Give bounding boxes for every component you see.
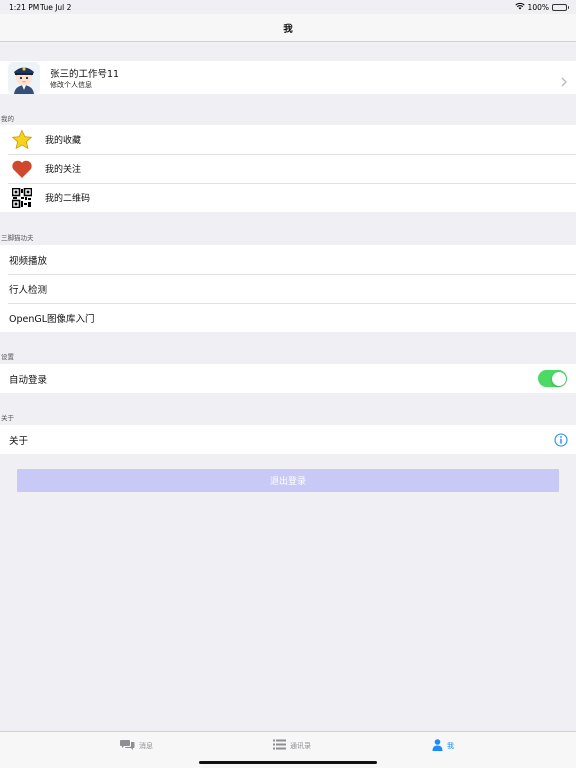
- tab-label: 通讯录: [290, 741, 311, 750]
- list-item-favorites[interactable]: 我的收藏: [0, 125, 576, 154]
- battery-percent: 100%: [527, 2, 549, 12]
- tab-messages[interactable]: 消息: [120, 739, 153, 753]
- avatar: [8, 62, 40, 94]
- tab-me[interactable]: 我: [432, 739, 454, 753]
- list-icon: [273, 739, 286, 752]
- status-time: 1:21 PM: [9, 3, 40, 12]
- status-bar: 1:21 PM Tue Jul 2 100%: [0, 0, 576, 14]
- chat-bubbles-icon: [120, 739, 135, 753]
- status-indicators: 100%: [514, 2, 569, 12]
- heart-icon: [11, 158, 33, 180]
- section-header-about: 关于: [1, 414, 14, 422]
- list-item-about[interactable]: 关于: [0, 425, 576, 454]
- auto-login-label: 自动登录: [9, 374, 48, 386]
- page-title: 我: [283, 23, 293, 35]
- tab-contacts[interactable]: 通讯录: [273, 739, 311, 752]
- info-icon[interactable]: [554, 432, 568, 451]
- qrcode-icon: [11, 187, 33, 209]
- list-item-label: 行人检测: [9, 284, 48, 296]
- list-item-auto-login: 自动登录: [0, 364, 576, 393]
- list-item-pedestrian-detection[interactable]: 行人检测: [0, 274, 576, 303]
- auto-login-toggle[interactable]: [538, 370, 567, 387]
- home-indicator[interactable]: [199, 761, 377, 764]
- profile-subtitle: 修改个人信息: [50, 81, 92, 89]
- person-icon: [432, 739, 443, 753]
- list-item-opengl-intro[interactable]: OpenGL图像库入门: [0, 303, 576, 332]
- logout-button[interactable]: 退出登录: [17, 469, 559, 492]
- section-header-settings: 设置: [1, 353, 14, 361]
- kungfu-group: 视频播放 行人检测 OpenGL图像库入门: [0, 245, 576, 332]
- section-header-kungfu: 三脚猫功夫: [1, 234, 34, 242]
- wifi-icon: [514, 2, 525, 12]
- list-item-qrcode[interactable]: 我的二维码: [0, 183, 576, 212]
- profile-row[interactable]: 张三的工作号11 修改个人信息: [0, 61, 576, 94]
- tab-bar: 消息 通讯录 我: [0, 731, 576, 768]
- list-item-video-playback[interactable]: 视频播放: [0, 245, 576, 274]
- list-item-label: 视频播放: [9, 255, 48, 267]
- list-item-label: 我的二维码: [45, 194, 91, 204]
- list-item-label: 关于: [9, 435, 29, 447]
- profile-name: 张三的工作号11: [50, 69, 120, 80]
- star-icon: [11, 129, 33, 151]
- tab-label: 我: [447, 742, 454, 750]
- mine-group: 我的收藏 我的关注 我的二维码: [0, 125, 576, 212]
- settings-group: 自动登录: [0, 364, 576, 393]
- list-item-label: 我的收藏: [45, 136, 82, 146]
- list-item-following[interactable]: 我的关注: [0, 154, 576, 183]
- toggle-knob: [551, 371, 566, 386]
- tab-label: 消息: [139, 742, 153, 750]
- section-header-mine: 我的: [1, 115, 14, 123]
- status-date: Tue Jul 2: [40, 3, 72, 12]
- list-item-label: 我的关注: [45, 165, 82, 175]
- about-group: 关于: [0, 425, 576, 454]
- battery-icon: [552, 3, 569, 11]
- chevron-right-icon: [561, 72, 567, 91]
- navigation-bar: 我: [0, 14, 576, 42]
- list-item-label: OpenGL图像库入门: [9, 313, 95, 325]
